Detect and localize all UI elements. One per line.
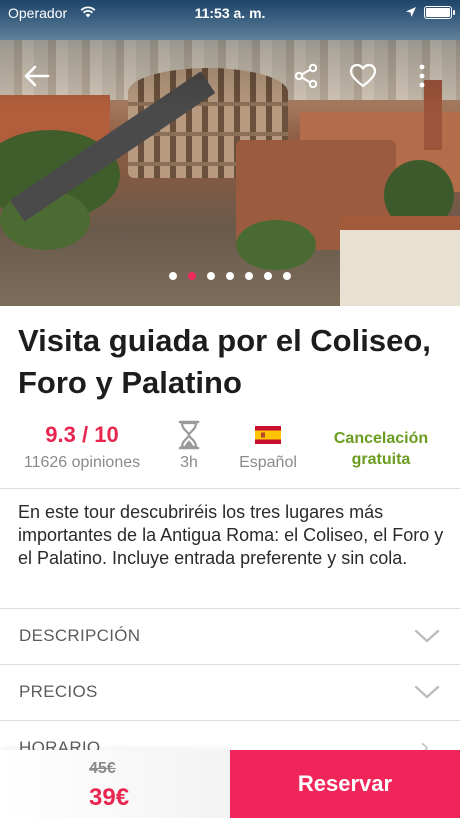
carousel-dot[interactable] <box>283 272 291 280</box>
price-box: 45€ 39€ <box>0 750 230 818</box>
carousel-dot[interactable] <box>169 272 177 280</box>
favorite-button[interactable] <box>347 60 379 92</box>
chevron-down-icon <box>414 685 440 699</box>
hourglass-icon <box>178 420 200 450</box>
share-icon <box>294 63 318 89</box>
more-options-button[interactable] <box>410 60 434 92</box>
carousel-indicator[interactable] <box>0 272 460 280</box>
spain-flag-icon <box>255 426 281 444</box>
rating-block[interactable]: 9.3 / 10 11626 opiniones <box>18 420 146 474</box>
current-price: 39€ <box>89 784 130 811</box>
reserve-button[interactable]: Reservar <box>230 750 460 818</box>
hero-building-right <box>340 216 460 306</box>
heart-icon <box>349 63 377 88</box>
back-button[interactable] <box>20 60 52 92</box>
hero-image[interactable]: Operador 11:53 a. m. <box>0 0 460 306</box>
language-value: Español <box>239 454 297 471</box>
status-time: 11:53 a. m. <box>194 5 266 21</box>
location-arrow-icon <box>406 7 416 17</box>
carousel-dot-active[interactable] <box>188 272 196 280</box>
rating-score: 9.3 / 10 <box>45 422 119 447</box>
share-button[interactable] <box>290 60 322 92</box>
tour-stats: 9.3 / 10 11626 opiniones 3h Español Canc… <box>0 420 460 480</box>
carousel-dot[interactable] <box>226 272 234 280</box>
tour-summary: En este tour descubriréis los tres lugar… <box>18 502 444 568</box>
more-vertical-icon <box>419 64 425 88</box>
carousel-dot[interactable] <box>245 272 253 280</box>
duration-block: 3h <box>166 420 212 474</box>
chevron-down-icon <box>414 629 440 643</box>
battery-icon <box>424 6 455 19</box>
review-count: 11626 opiniones <box>23 454 141 471</box>
section-prices[interactable]: PRECIOS <box>0 664 460 720</box>
section-description[interactable]: DESCRIPCIÓN <box>0 608 460 664</box>
hero-trees-mid <box>236 220 316 270</box>
tour-title: Visita guiada por el Coliseo, Foro y Pal… <box>18 323 431 400</box>
free-cancellation-label: Cancelación gratuita <box>333 430 429 468</box>
carousel-dot[interactable] <box>207 272 215 280</box>
divider <box>0 488 460 489</box>
section-label: PRECIOS <box>19 682 98 701</box>
booking-bar: 45€ 39€ Reservar <box>0 750 460 818</box>
status-bar: Operador 11:53 a. m. <box>0 0 460 26</box>
section-label: DESCRIPCIÓN <box>19 626 141 645</box>
duration-value: 3h <box>180 454 198 471</box>
carousel-dot[interactable] <box>264 272 272 280</box>
back-arrow-icon <box>24 65 50 87</box>
original-price: 45€ <box>89 760 116 777</box>
language-block: Español <box>228 420 308 474</box>
